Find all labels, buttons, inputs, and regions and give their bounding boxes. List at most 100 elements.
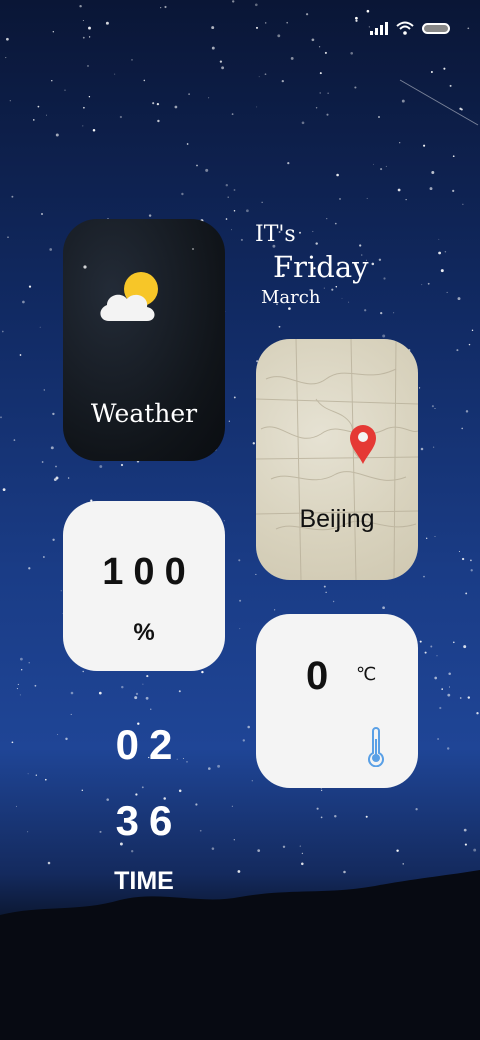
star [336, 173, 339, 177]
month-name: March [261, 287, 321, 308]
star [290, 56, 294, 60]
star [233, 396, 236, 399]
star [420, 447, 424, 451]
star [64, 89, 66, 91]
star [462, 203, 464, 205]
star [99, 465, 103, 468]
star [319, 92, 321, 94]
star [181, 192, 184, 196]
star [470, 569, 473, 572]
star [252, 442, 255, 445]
star [16, 688, 18, 690]
star [34, 684, 37, 687]
star [232, 0, 235, 3]
star [427, 282, 430, 285]
star [52, 31, 54, 33]
star [467, 27, 470, 30]
star [282, 845, 286, 849]
star [453, 641, 455, 644]
star [56, 477, 58, 479]
star [11, 741, 14, 744]
star [88, 36, 91, 38]
star [157, 119, 160, 123]
star [332, 600, 335, 603]
star [320, 816, 323, 819]
star [325, 591, 327, 593]
star [13, 439, 16, 441]
clock-hours: 02 [115, 721, 183, 768]
star [341, 297, 343, 299]
star [51, 80, 53, 82]
star [88, 96, 91, 98]
temperature-value: 0 [306, 654, 329, 698]
star [257, 849, 261, 852]
star [421, 284, 423, 286]
weather-widget[interactable]: Weather [63, 219, 225, 461]
star [380, 168, 383, 171]
star [301, 121, 305, 125]
star [350, 51, 354, 55]
star [52, 412, 55, 416]
star [447, 747, 450, 750]
star [461, 557, 465, 561]
star [178, 789, 182, 793]
star [188, 93, 190, 95]
star [7, 236, 9, 239]
star [141, 786, 144, 789]
star [231, 805, 233, 807]
star [382, 606, 385, 610]
star [323, 585, 326, 588]
star [301, 852, 304, 855]
star [277, 34, 281, 38]
star [254, 3, 258, 7]
star [82, 670, 84, 673]
star [415, 808, 418, 811]
star [45, 778, 47, 781]
star [225, 218, 228, 220]
star [469, 559, 472, 562]
star [446, 291, 448, 293]
star [274, 609, 276, 611]
star [463, 828, 467, 832]
star [434, 535, 436, 537]
star [355, 19, 358, 22]
star [264, 73, 267, 76]
star [319, 72, 322, 75]
star [383, 277, 386, 280]
star [397, 188, 401, 192]
star [373, 163, 375, 165]
star [60, 590, 62, 592]
star [156, 102, 160, 106]
star [327, 92, 329, 94]
star [43, 556, 45, 558]
star [434, 676, 438, 680]
star [1, 330, 4, 333]
star [287, 162, 290, 165]
star [219, 60, 223, 63]
star [246, 209, 249, 213]
star [28, 567, 31, 570]
star [436, 655, 438, 657]
star [164, 5, 167, 9]
star [366, 197, 368, 199]
star [334, 815, 337, 818]
star [261, 201, 263, 203]
temperature-widget[interactable]: 0 ℃ [256, 614, 418, 788]
star [143, 79, 146, 82]
battery-widget[interactable]: 100 % [63, 501, 225, 671]
star [371, 262, 375, 266]
star [142, 683, 144, 685]
star [401, 99, 405, 103]
star [459, 107, 462, 110]
star [335, 286, 338, 288]
star [5, 57, 7, 59]
star [21, 669, 23, 671]
star [286, 21, 288, 24]
star [160, 7, 162, 9]
location-widget[interactable]: Beijing [256, 339, 418, 580]
star [393, 312, 395, 314]
star [299, 845, 301, 847]
star [178, 690, 181, 693]
star [431, 171, 435, 174]
star [359, 244, 362, 247]
